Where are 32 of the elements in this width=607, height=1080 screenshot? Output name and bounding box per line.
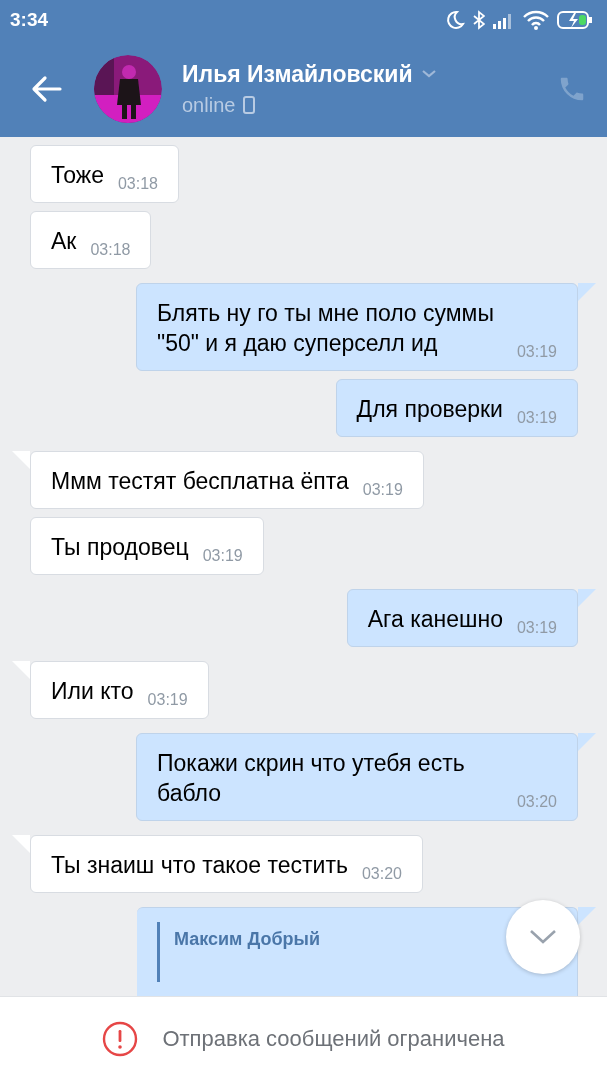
battery-icon <box>557 10 593 30</box>
chevron-down-icon[interactable] <box>420 69 437 79</box>
message-text: Ак <box>51 227 77 256</box>
message-time: 03:20 <box>361 864 402 884</box>
message-time: 03:20 <box>516 792 557 812</box>
message-time: 03:19 <box>516 408 557 428</box>
message-text: Блять ну го ты мне поло суммы "50" и я даю суперселл ид <box>157 299 495 358</box>
message-text: Для проверки <box>356 395 503 424</box>
contact-name[interactable]: Илья Измайловский <box>182 60 413 88</box>
message-time: 03:18 <box>117 174 158 194</box>
status-time: 3:34 <box>10 9 49 31</box>
message-text: Тоже <box>51 161 104 190</box>
message-text: Покажи скрин что утебя есть бабло <box>157 749 466 808</box>
message-text: Ага канешно <box>367 605 503 634</box>
message-text: Ты продовец <box>51 533 189 562</box>
message-time: 03:19 <box>147 690 188 710</box>
restriction-notice: Отправка сообщений ограничена <box>162 1025 505 1052</box>
moon-icon <box>445 10 465 30</box>
message-text: Ты знаиш что такое тестить <box>51 851 348 880</box>
warning-icon <box>102 1020 139 1057</box>
online-status: online <box>182 93 236 117</box>
wifi-icon <box>523 10 549 30</box>
quote-author: Максим Добрый <box>174 929 320 949</box>
message-text: Или кто <box>51 677 134 706</box>
bluetooth-icon <box>473 10 485 30</box>
message-time: 03:19 <box>202 546 243 566</box>
phone-device-icon <box>243 96 256 114</box>
message-time: 03:19 <box>516 342 557 362</box>
message-time: 03:19 <box>362 480 403 500</box>
message-text: Ммм тестят бесплатна ёпта <box>51 467 349 496</box>
message-time: 03:19 <box>516 618 557 638</box>
message-time: 03:18 <box>90 240 131 260</box>
